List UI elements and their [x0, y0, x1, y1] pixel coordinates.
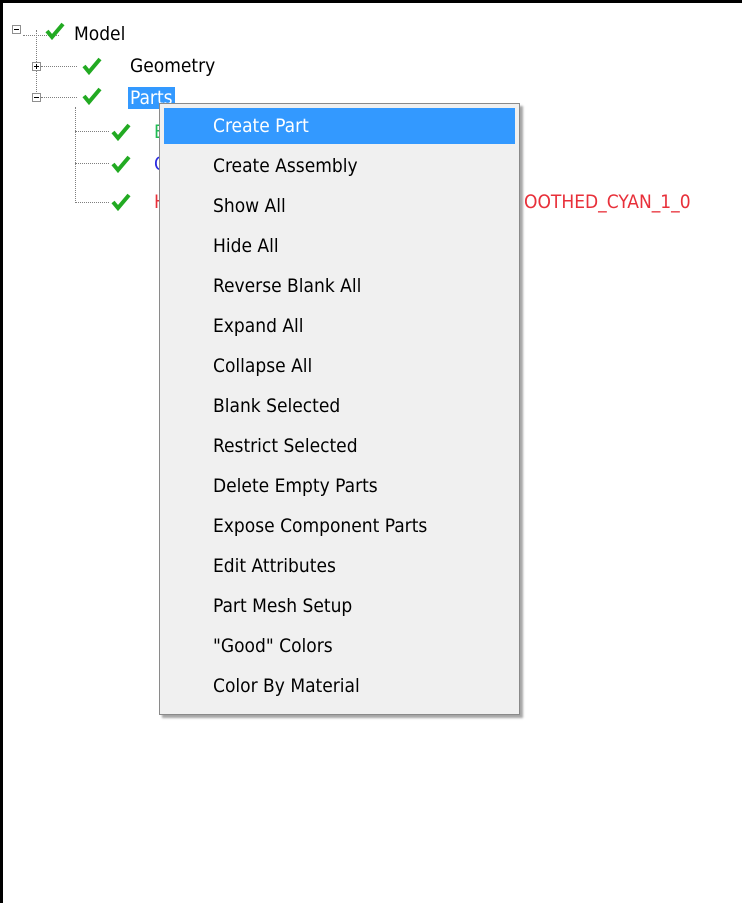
menu-item-blank-selected[interactable]: Blank Selected — [164, 388, 515, 424]
menu-item-reverse-blank-all[interactable]: Reverse Blank All — [164, 268, 515, 304]
context-menu: Create Part Create Assembly Show All Hid… — [159, 103, 520, 715]
menu-item-show-all[interactable]: Show All — [164, 188, 515, 224]
tree-line — [75, 107, 76, 203]
menu-item-expand-all[interactable]: Expand All — [164, 308, 515, 344]
collapse-icon[interactable] — [32, 93, 41, 102]
tree-line — [41, 66, 77, 67]
menu-item-create-assembly[interactable]: Create Assembly — [164, 148, 515, 184]
tree-line — [75, 131, 109, 132]
menu-item-hide-all[interactable]: Hide All — [164, 228, 515, 264]
checkbox-checked-icon[interactable] — [111, 155, 131, 173]
menu-item-collapse-all[interactable]: Collapse All — [164, 348, 515, 384]
collapse-icon[interactable] — [12, 25, 21, 34]
tree-line — [75, 163, 109, 164]
tree-node-part-tail: OOTHED_CYAN_1_0 — [524, 191, 691, 213]
menu-item-edit-attributes[interactable]: Edit Attributes — [164, 548, 515, 584]
menu-item-create-part[interactable]: Create Part — [164, 108, 515, 144]
checkbox-checked-icon[interactable] — [111, 193, 131, 211]
tree-line — [75, 202, 109, 203]
menu-item-delete-empty-parts[interactable]: Delete Empty Parts — [164, 468, 515, 504]
tree-node-geometry[interactable]: Geometry — [130, 55, 215, 77]
menu-item-expose-component-parts[interactable]: Expose Component Parts — [164, 508, 515, 544]
menu-item-restrict-selected[interactable]: Restrict Selected — [164, 428, 515, 464]
tree-node-model[interactable]: Model — [74, 23, 125, 45]
menu-item-part-mesh-setup[interactable]: Part Mesh Setup — [164, 588, 515, 624]
tree-line — [41, 97, 77, 98]
checkbox-checked-icon[interactable] — [45, 22, 65, 40]
menu-item-good-colors[interactable]: "Good" Colors — [164, 628, 515, 664]
expand-icon[interactable] — [32, 62, 41, 71]
checkbox-checked-icon[interactable] — [111, 123, 131, 141]
checkbox-checked-icon[interactable] — [82, 87, 102, 105]
checkbox-checked-icon[interactable] — [82, 57, 102, 75]
menu-item-color-by-material[interactable]: Color By Material — [164, 668, 515, 704]
